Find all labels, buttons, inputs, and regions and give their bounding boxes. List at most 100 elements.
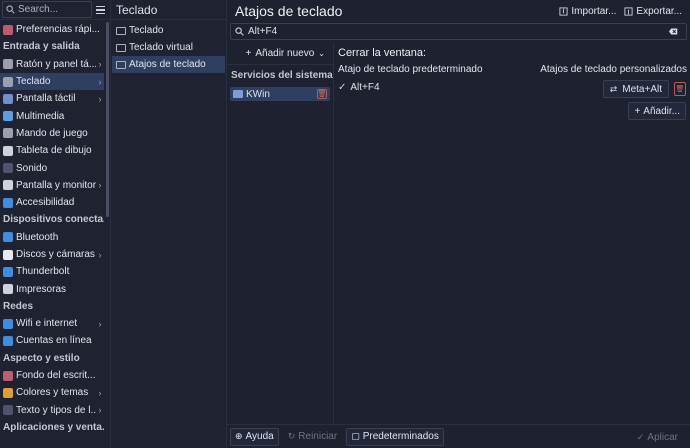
help-icon: ⊕ [235, 431, 243, 441]
chevron-right-icon: › [98, 76, 102, 87]
sidebar-item-label: Fondo del escrit... [16, 370, 96, 382]
default-shortcut-checkbox[interactable]: ✓ Alt+F4 [338, 82, 380, 93]
custom-shortcut-button[interactable]: ⇄ Meta+Alt [602, 80, 669, 98]
category-column: Teclado Teclado Teclado virtual Atajos de … [111, 0, 227, 448]
subcategory-label: Atajos de teclado [129, 59, 206, 70]
sidebar-section-header: Entrada y salida [3, 41, 80, 53]
subcategory-item[interactable]: Teclado virtual [112, 39, 225, 56]
thunderbolt-icon [3, 266, 13, 277]
multimedia-icon [3, 111, 13, 122]
add-shortcut-button[interactable]: + Añadir... [628, 102, 686, 120]
online-accounts-icon [3, 335, 13, 346]
sidebar-item[interactable]: Accesibilidad [0, 194, 104, 211]
sidebar-item[interactable]: Mando de juego [0, 125, 104, 142]
sidebar-item[interactable]: Sonido [0, 159, 104, 176]
services-pane: + Añadir nuevo ⌄ Servicios del sistema K… [227, 43, 334, 424]
sidebar-scrollbar[interactable] [106, 22, 109, 217]
sidebar-item[interactable]: Fondo del escrit... [0, 367, 104, 384]
search-icon [235, 27, 244, 36]
checkmark-icon: ✓ [338, 82, 347, 93]
wifi-icon [3, 318, 13, 329]
sidebar-item-label: Accesibilidad [16, 197, 75, 209]
sidebar-item[interactable]: Pantalla táctil › [0, 90, 104, 107]
sidebar-item-label: Wifi e internet [16, 318, 78, 330]
subcategory-item[interactable]: Teclado [112, 22, 225, 39]
import-icon [559, 6, 568, 16]
reset-label: Reiniciar [298, 431, 338, 442]
help-label: Ayuda [245, 431, 274, 442]
sidebar-search-input[interactable]: Search... [2, 1, 92, 18]
search-placeholder: Search... [18, 4, 59, 15]
defaults-icon: ▢ [351, 431, 360, 441]
sidebar-item[interactable]: Impresoras [0, 280, 104, 297]
gamepad-icon [3, 128, 13, 139]
sidebar-item[interactable]: Tableta de dibujo [0, 142, 104, 159]
default-shortcut-header: Atajo de teclado predeterminado [338, 64, 483, 75]
sidebar-item[interactable]: Texto y tipos de l... › [0, 402, 104, 419]
chevron-right-icon: › [98, 318, 102, 329]
reset-button[interactable]: ↻ Reiniciar [283, 428, 342, 446]
import-label: Importar... [571, 5, 617, 17]
swap-icon: ⇄ [609, 83, 618, 94]
shortcuts-icon [116, 60, 126, 69]
sidebar-item[interactable]: Teclado › [0, 72, 104, 91]
default-shortcut-label: Alt+F4 [350, 82, 380, 93]
sidebar-item-label: Pantalla táctil [16, 93, 76, 105]
chevron-down-icon: ⌄ [318, 49, 325, 58]
sidebar-item-label: Sonido [16, 162, 48, 174]
sidebar-item-label: Preferencias rápi... [16, 24, 100, 36]
help-button[interactable]: ⊕ Ayuda [230, 427, 279, 446]
tablet-icon [3, 145, 13, 156]
mouse-icon [3, 59, 13, 70]
printer-icon [3, 284, 13, 295]
service-label: KWin [246, 88, 270, 100]
defaults-button[interactable]: ▢ Predeterminados [346, 427, 444, 446]
fonts-icon [3, 405, 13, 416]
apply-label: Aplicar [647, 431, 678, 443]
sidebar-item[interactable]: Ratón y panel tá... › [0, 56, 104, 73]
service-item-kwin[interactable]: KWin 🗑 [230, 87, 330, 101]
sidebar-item-label: Bluetooth [16, 231, 59, 243]
sidebar-section-header: Redes [3, 300, 34, 312]
delete-custom-shortcut-button[interactable]: 🗑 [674, 82, 686, 96]
sidebar-item-label: Cuentas en línea [16, 335, 92, 347]
quick-settings-icon [3, 24, 13, 35]
sidebar-item-label: Colores y temas [16, 387, 89, 399]
delete-icon[interactable]: 🗑 [317, 89, 327, 99]
import-button[interactable]: Importar... [559, 6, 616, 17]
footer-bar: ⊕ Ayuda ↻ Reiniciar ▢ Predeterminados ✓ … [227, 424, 690, 448]
chevron-right-icon: › [98, 405, 102, 416]
apply-button[interactable]: ✓ Aplicar [632, 428, 683, 446]
sidebar-item[interactable]: Colores y temas › [0, 384, 104, 401]
sidebar-item[interactable]: Bluetooth [0, 229, 104, 246]
plus-icon: + [245, 48, 252, 59]
export-button[interactable]: Exportar... [624, 6, 682, 17]
subcategory-label: Teclado virtual [129, 42, 193, 53]
sidebar-item[interactable]: Thunderbolt [0, 263, 104, 280]
main-panel: Atajos de teclado Importar... Exportar..… [227, 0, 690, 448]
clear-text-icon[interactable] [669, 27, 678, 36]
chevron-right-icon: › [98, 59, 102, 70]
add-new-button[interactable]: + Añadir nuevo ⌄ [227, 43, 333, 65]
sidebar-item[interactable]: Multimedia [0, 107, 104, 124]
wallpaper-icon [3, 370, 13, 381]
chevron-right-icon: › [98, 387, 102, 398]
sidebar-item[interactable]: Preferencias rápi... [0, 21, 104, 38]
accessibility-icon [3, 197, 13, 208]
subcategory-item[interactable]: Atajos de teclado [112, 56, 225, 73]
export-label: Exportar... [636, 5, 682, 17]
sidebar-item-label: Impresoras [16, 283, 67, 295]
sidebar-section-header: Dispositivos conecta... [3, 214, 104, 226]
shortcut-filter-input[interactable]: Alt+F4 [230, 23, 687, 40]
export-icon [624, 6, 633, 16]
sidebar-item-label: Thunderbolt [16, 266, 70, 278]
sidebar-item[interactable]: Pantalla y monitor › [0, 177, 104, 194]
hamburger-menu-button[interactable] [93, 3, 107, 17]
sidebar-item[interactable]: Cuentas en línea [0, 332, 104, 349]
apply-icon: ✓ [636, 431, 645, 442]
add-new-label: Añadir nuevo [255, 48, 315, 59]
sidebar-item[interactable]: Wifi e internet › [0, 315, 104, 332]
sidebar-item-label: Ratón y panel tá... [16, 58, 96, 70]
sidebar-item[interactable]: Discos y cámaras › [0, 246, 104, 263]
sidebar-item-label: Discos y cámaras [16, 249, 95, 260]
